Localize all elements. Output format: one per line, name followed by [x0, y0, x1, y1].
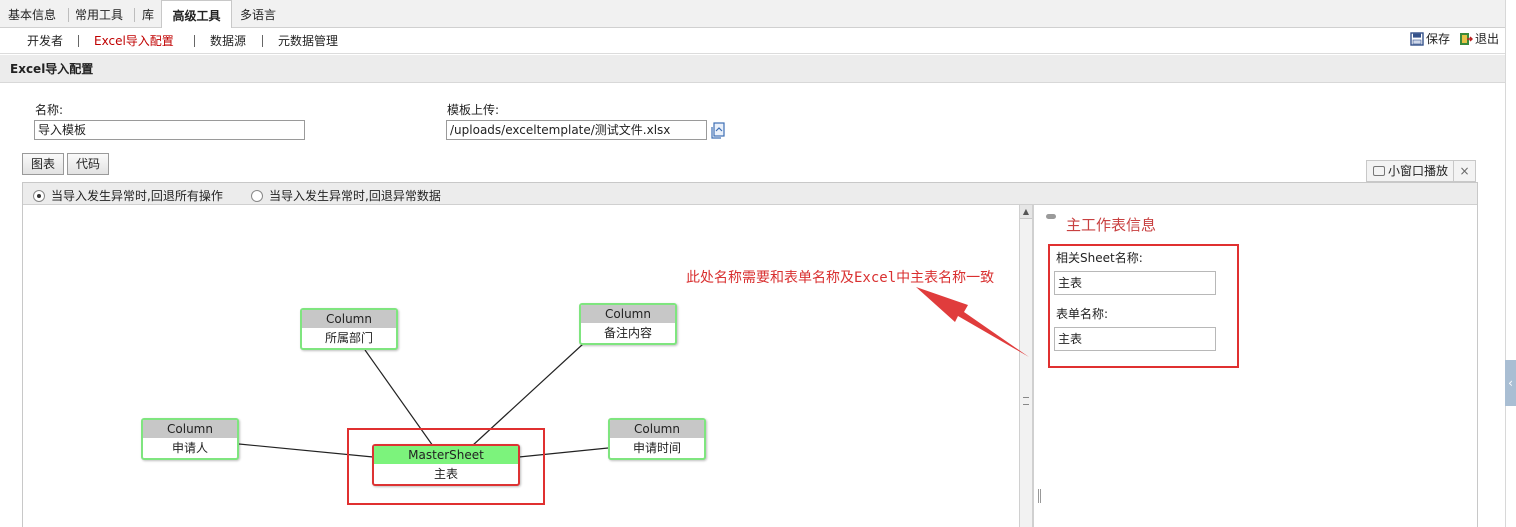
page-right-border	[1505, 0, 1506, 527]
side-collapse-icon[interactable]: ‹	[1505, 360, 1516, 406]
annotation-arrow-icon	[916, 287, 1029, 357]
